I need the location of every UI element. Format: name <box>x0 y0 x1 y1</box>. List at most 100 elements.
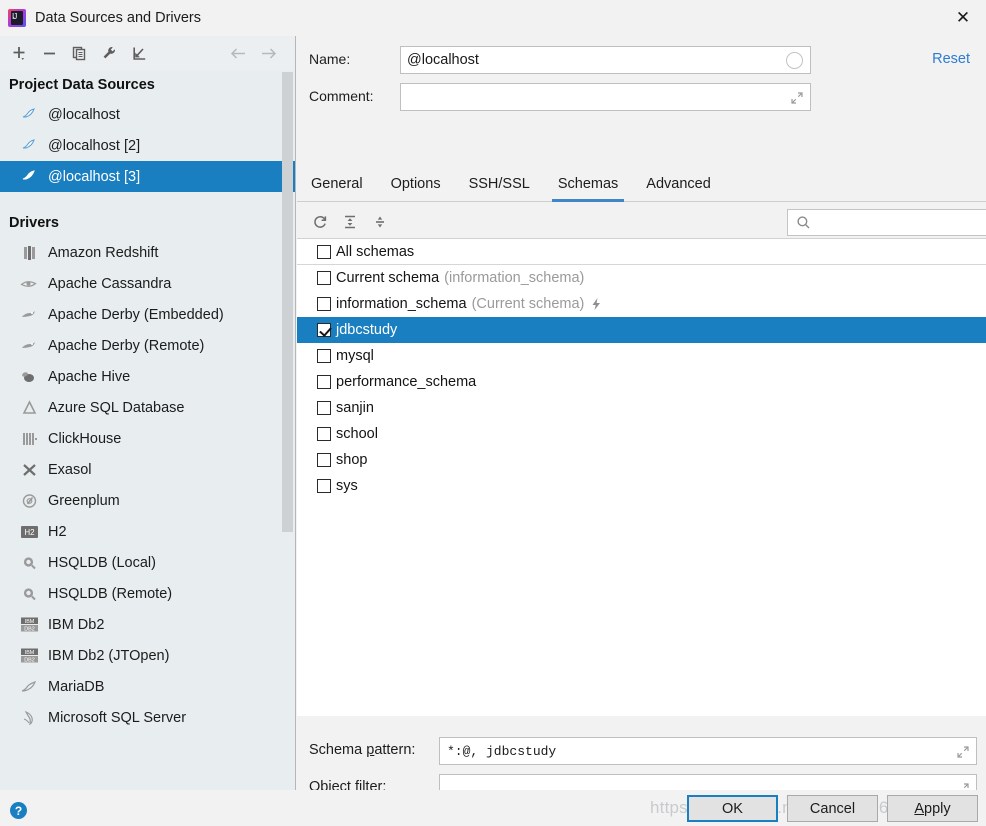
tab-general[interactable]: General <box>297 176 377 201</box>
schema-row[interactable]: jdbcstudy <box>297 317 986 343</box>
copy-icon[interactable] <box>64 38 94 68</box>
schema-row[interactable]: Current schema(information_schema) <box>297 265 986 291</box>
sidebar-item-label: Apache Cassandra <box>48 276 171 292</box>
sidebar-item-label: Azure SQL Database <box>48 400 184 416</box>
schema-row[interactable]: sys <box>297 473 986 499</box>
sidebar-item-driver-6[interactable]: ClickHouse <box>0 423 295 454</box>
schema-checkbox[interactable] <box>317 323 331 337</box>
sidebar-item-driver-12[interactable]: IBM DB2IBM Db2 <box>0 609 295 640</box>
schema-row[interactable]: mysql <box>297 343 986 369</box>
svg-text:IBM: IBM <box>24 650 34 656</box>
sidebar-item-label: Microsoft SQL Server <box>48 710 186 726</box>
wrench-icon[interactable] <box>94 38 124 68</box>
sidebar-item-datasource-2[interactable]: @localhost [3] <box>0 161 295 192</box>
arrow-left-icon[interactable] <box>223 38 253 68</box>
sidebar-item-driver-1[interactable]: Apache Cassandra <box>0 268 295 299</box>
name-input-value: @localhost <box>407 52 479 68</box>
schema-search-box[interactable] <box>787 209 986 236</box>
schema-checkbox[interactable] <box>317 349 331 363</box>
import-arrow-icon[interactable] <box>124 38 154 68</box>
sidebar-item-driver-14[interactable]: MariaDB <box>0 671 295 702</box>
schema-row[interactable]: All schemas <box>297 239 986 265</box>
sidebar-item-driver-15[interactable]: Microsoft SQL Server <box>0 702 295 733</box>
schema-row[interactable]: performance_schema <box>297 369 986 395</box>
schema-checkbox[interactable] <box>317 453 331 467</box>
intellij-icon <box>8 9 26 27</box>
tab-schemas[interactable]: Schemas <box>544 176 632 201</box>
sidebar-item-label: MariaDB <box>48 679 104 695</box>
details-panel: Name: @localhost Reset Comment: GeneralO… <box>297 36 986 790</box>
sidebar-item-label: Apache Derby (Embedded) <box>48 307 224 323</box>
remove-button[interactable] <box>34 38 64 68</box>
sidebar-item-driver-5[interactable]: Azure SQL Database <box>0 392 295 423</box>
sidebar-item-label: @localhost <box>48 107 120 123</box>
schema-row-suffix: (information_schema) <box>444 270 584 286</box>
search-icon <box>796 215 811 230</box>
schema-row-suffix: (Current schema) <box>472 296 585 312</box>
ibm-db2-icon: IBM DB2 <box>18 615 40 635</box>
schema-search-input[interactable] <box>817 214 986 232</box>
schema-checkbox[interactable] <box>317 245 331 259</box>
ok-button[interactable]: OK <box>687 795 778 822</box>
expand-editor-icon[interactable] <box>790 91 804 105</box>
schema-row[interactable]: school <box>297 421 986 447</box>
sidebar-item-driver-9[interactable]: H2H2 <box>0 516 295 547</box>
schema-checkbox[interactable] <box>317 401 331 415</box>
sidebar-item-driver-7[interactable]: Exasol <box>0 454 295 485</box>
sidebar-item-label: H2 <box>48 524 67 540</box>
schema-row[interactable]: information_schema(Current schema) <box>297 291 986 317</box>
hsqldb-icon <box>18 584 40 604</box>
tab-options[interactable]: Options <box>377 176 455 201</box>
sidebar-item-label: Greenplum <box>48 493 120 509</box>
sidebar-scrollbar[interactable] <box>282 72 293 532</box>
close-icon[interactable]: ✕ <box>940 0 986 36</box>
sidebar-item-label: HSQLDB (Local) <box>48 555 156 571</box>
schema-list: All schemas Current schema(information_sc… <box>297 239 986 716</box>
sidebar-item-driver-0[interactable]: Amazon Redshift <box>0 237 295 268</box>
arrow-right-icon[interactable] <box>253 38 283 68</box>
sidebar-item-datasource-0[interactable]: @localhost <box>0 99 295 130</box>
tab-ssh-ssl[interactable]: SSH/SSL <box>455 176 544 201</box>
sidebar-item-driver-13[interactable]: IBM DB2IBM Db2 (JTOpen) <box>0 640 295 671</box>
svg-text:DB2: DB2 <box>24 626 35 632</box>
sidebar: Project Data Sources @localhost @localho… <box>0 36 296 790</box>
name-input[interactable]: @localhost <box>400 46 811 74</box>
refresh-icon[interactable] <box>305 207 335 237</box>
dialog-data-sources-and-drivers: Data Sources and Drivers ✕ <box>0 0 986 826</box>
sidebar-item-driver-2[interactable]: Apache Derby (Embedded) <box>0 299 295 330</box>
derby-icon <box>18 336 40 356</box>
expand-editor-icon[interactable] <box>956 745 970 759</box>
expand-all-icon[interactable] <box>335 207 365 237</box>
sidebar-item-label: Apache Derby (Remote) <box>48 338 204 354</box>
schema-checkbox[interactable] <box>317 427 331 441</box>
tab-advanced[interactable]: Advanced <box>632 176 725 201</box>
comment-input[interactable] <box>400 83 811 111</box>
redshift-icon <box>18 243 40 263</box>
sidebar-item-driver-4[interactable]: Apache Hive <box>0 361 295 392</box>
schema-row[interactable]: sanjin <box>297 395 986 421</box>
schema-checkbox[interactable] <box>317 375 331 389</box>
window-title: Data Sources and Drivers <box>35 10 201 26</box>
schema-checkbox[interactable] <box>317 271 331 285</box>
schema-pattern-input[interactable]: *:@, jdbcstudy <box>439 737 977 765</box>
mysql-dolphin-icon <box>18 105 40 125</box>
help-icon[interactable]: ? <box>10 802 27 819</box>
sidebar-item-label: ClickHouse <box>48 431 121 447</box>
schema-row[interactable]: shop <box>297 447 986 473</box>
sidebar-item-driver-11[interactable]: HSQLDB (Remote) <box>0 578 295 609</box>
cassandra-eye-icon <box>18 274 40 294</box>
sidebar-item-driver-8[interactable]: Greenplum <box>0 485 295 516</box>
apply-button[interactable]: Apply <box>887 795 978 822</box>
sidebar-item-datasource-1[interactable]: @localhost [2] <box>0 130 295 161</box>
reset-link[interactable]: Reset <box>932 51 970 67</box>
schema-row-label: All schemas <box>336 244 414 260</box>
schema-checkbox[interactable] <box>317 479 331 493</box>
schema-checkbox[interactable] <box>317 297 331 311</box>
add-button[interactable] <box>4 38 34 68</box>
derby-icon <box>18 305 40 325</box>
mysql-dolphin-icon <box>18 136 40 156</box>
collapse-all-icon[interactable] <box>365 207 395 237</box>
sidebar-item-driver-3[interactable]: Apache Derby (Remote) <box>0 330 295 361</box>
cancel-button[interactable]: Cancel <box>787 795 878 822</box>
sidebar-item-driver-10[interactable]: HSQLDB (Local) <box>0 547 295 578</box>
